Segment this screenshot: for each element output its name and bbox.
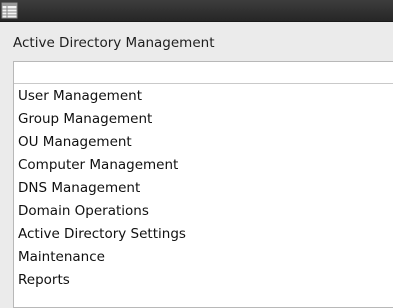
menu-item-user-management[interactable]: User Management [18, 87, 186, 110]
menu-item-dns-management[interactable]: DNS Management [18, 179, 186, 202]
panel-header [14, 62, 393, 84]
menu-item-group-management[interactable]: Group Management [18, 110, 186, 133]
window-title: Active Directory Management [13, 35, 215, 51]
menu-list: User Management Group Management OU Mana… [18, 87, 186, 294]
menu-item-maintenance[interactable]: Maintenance [18, 248, 186, 271]
menu-item-active-directory-settings[interactable]: Active Directory Settings [18, 225, 186, 248]
table-icon[interactable] [1, 1, 18, 19]
menu-panel: User Management Group Management OU Mana… [13, 61, 393, 308]
menu-item-domain-operations[interactable]: Domain Operations [18, 202, 186, 225]
title-bar[interactable] [0, 0, 393, 22]
menu-item-computer-management[interactable]: Computer Management [18, 156, 186, 179]
menu-item-reports[interactable]: Reports [18, 271, 186, 294]
menu-item-ou-management[interactable]: OU Management [18, 133, 186, 156]
